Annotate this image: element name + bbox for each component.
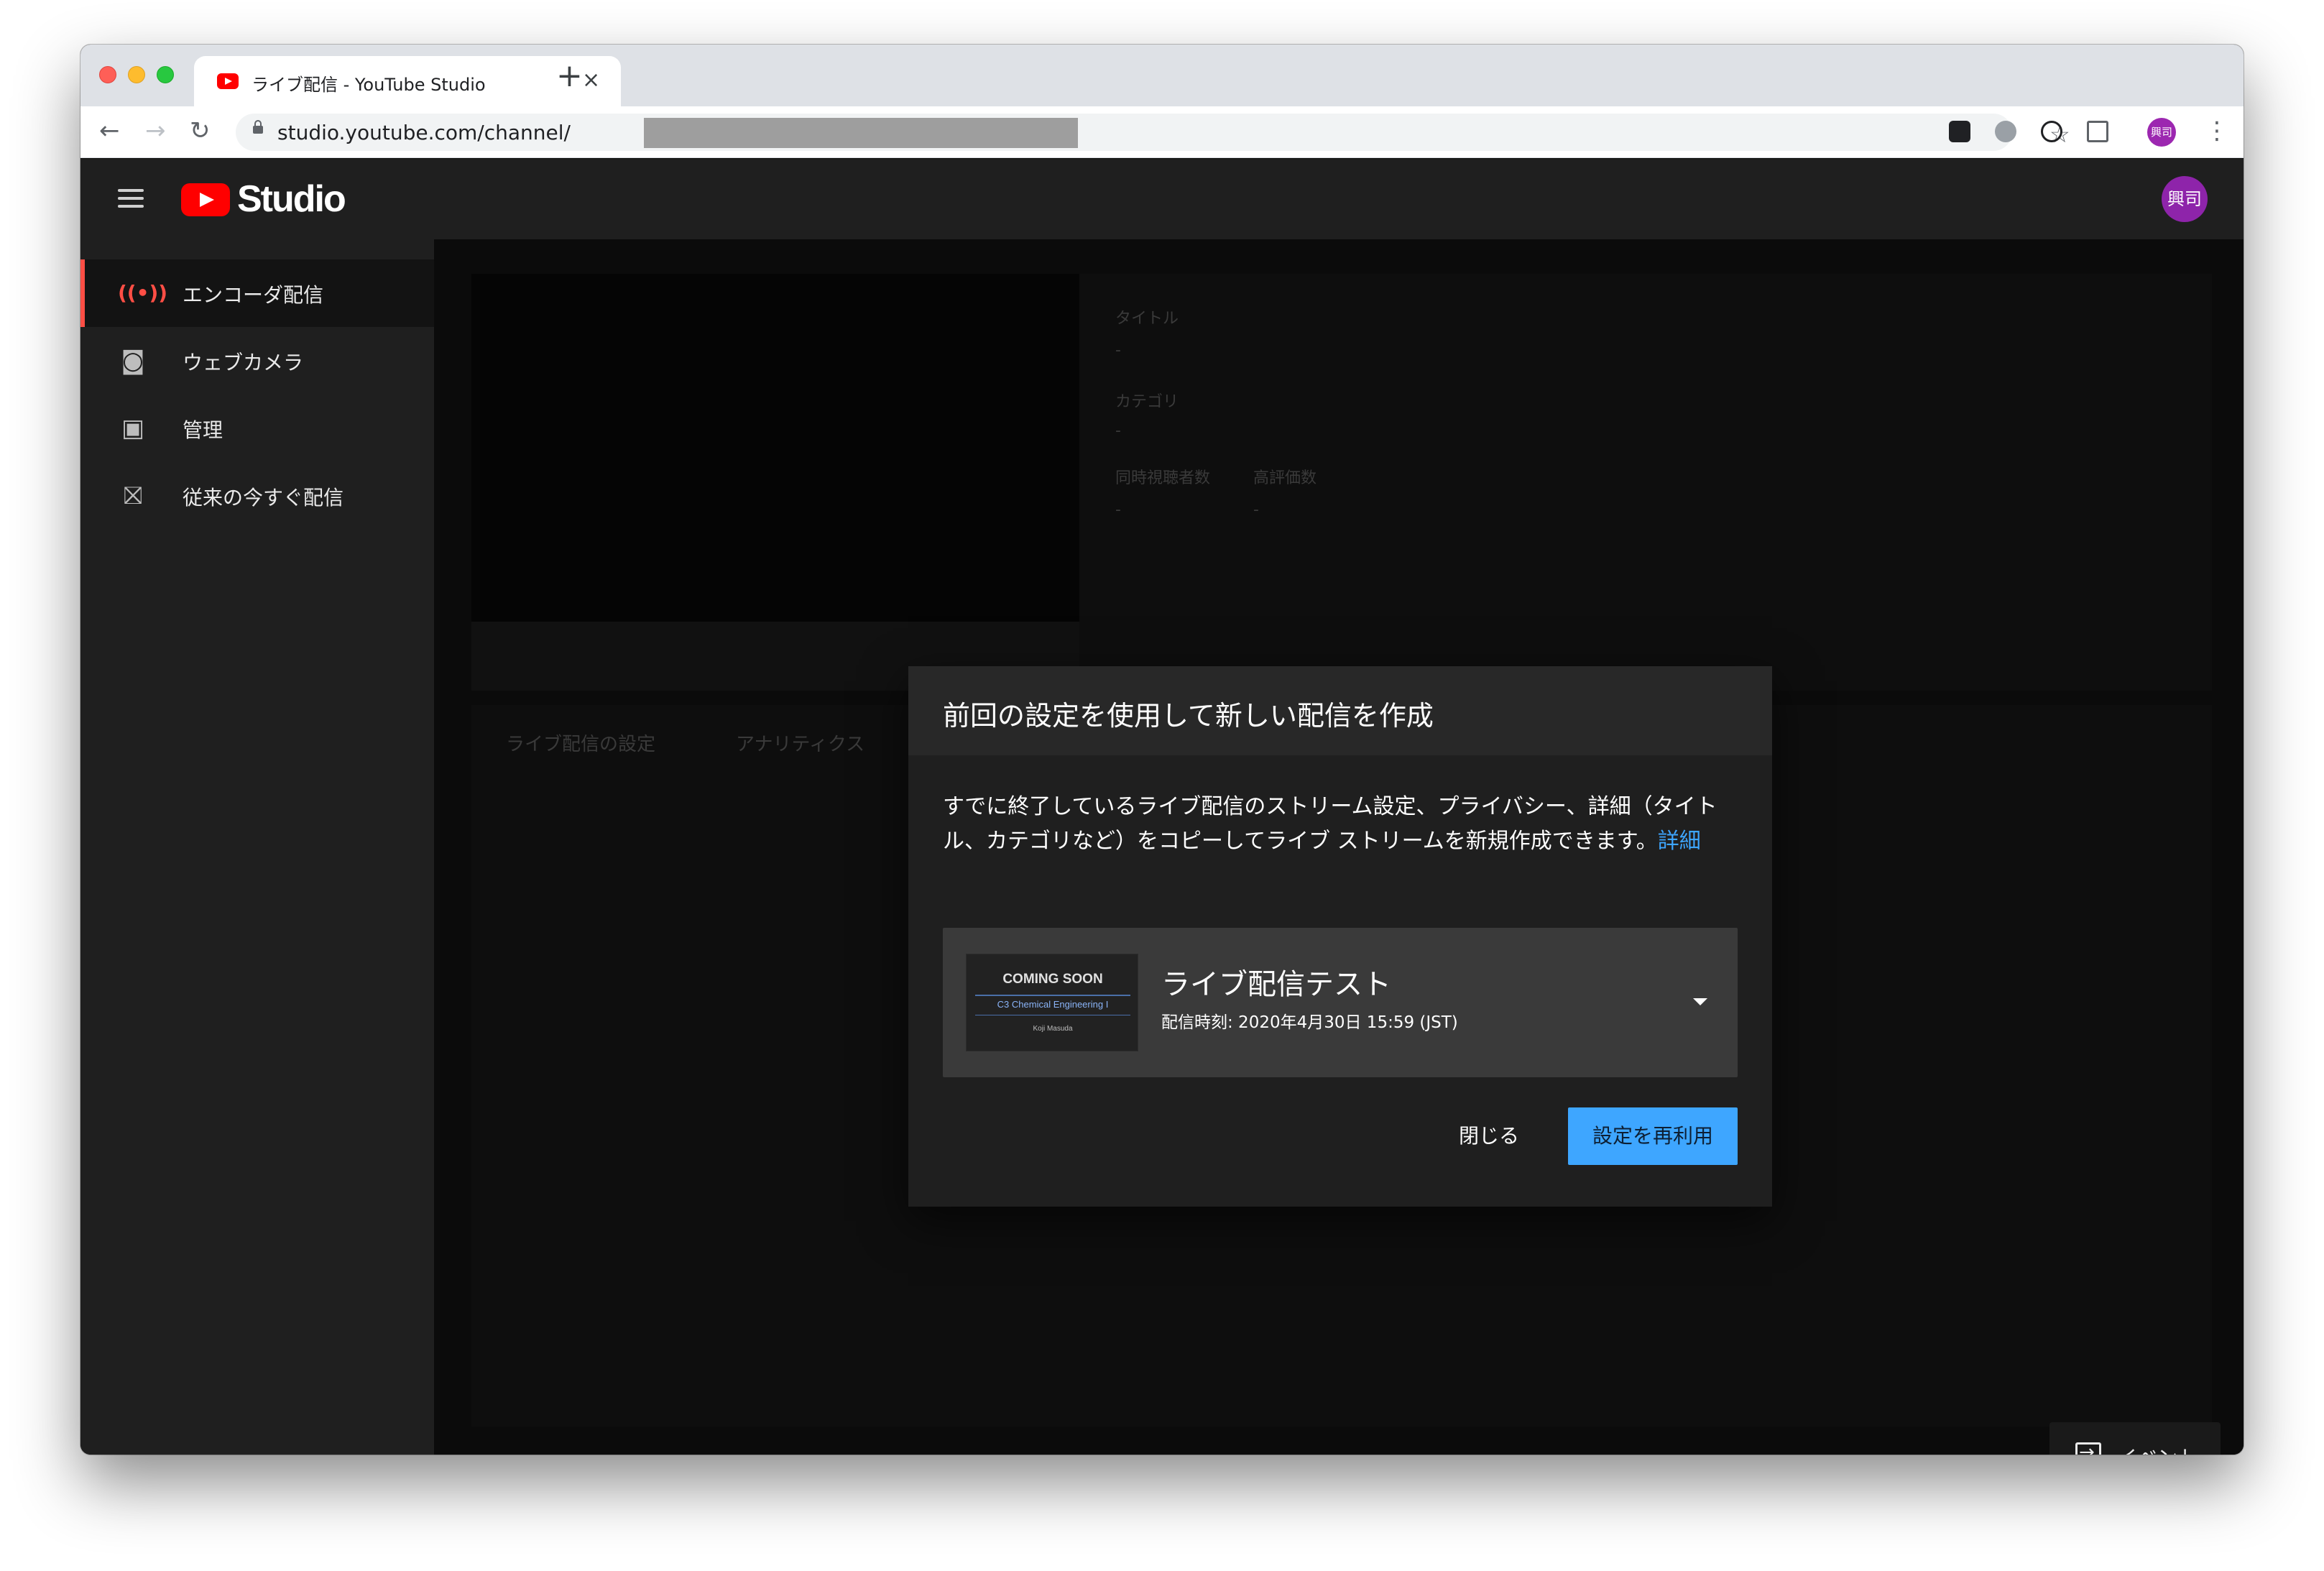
minimize-window-button[interactable]: [128, 66, 145, 83]
address-bar[interactable]: studio.youtube.com/channel/ ☆: [236, 114, 2070, 151]
sidebar-item-manage[interactable]: ▣ 管理: [80, 395, 434, 462]
stream-preview: [471, 274, 1079, 622]
dialog-description: すでに終了しているライブ配信のストリーム設定、プライバシー、詳細（タイトル、カテ…: [943, 790, 1740, 859]
back-icon[interactable]: ←: [99, 116, 120, 145]
profile-avatar[interactable]: 興司: [2147, 118, 2176, 147]
redacted-channel-id: [644, 118, 1078, 148]
stream-thumbnail: COMING SOON C3 Chemical Engineering I Ko…: [966, 954, 1138, 1051]
broadcast-icon: ((•)): [118, 281, 168, 305]
browser-window: ライブ配信 - YouTube Studio × + ← → ↻ studio.…: [80, 45, 2244, 1455]
stream-info-panel: タイトル - カテゴリ - 同時視聴者数 - 高評価数 -: [1079, 274, 2212, 691]
lock-icon: [253, 120, 263, 134]
stream-time: 配信時刻: 2020年4月30日 15:59 (JST): [1161, 1013, 1458, 1032]
camera-icon: ◙: [121, 346, 145, 375]
extension-icon[interactable]: [1995, 121, 2016, 142]
dialog-title: 前回の設定を使用して新しい配信を作成: [943, 700, 1434, 732]
category-label: カテゴリ: [1115, 393, 1179, 411]
extension-icon[interactable]: [2087, 121, 2108, 142]
app-header: Studio 興司: [80, 159, 2244, 239]
new-tab-button[interactable]: +: [556, 60, 583, 92]
youtube-favicon-icon: [217, 73, 239, 89]
extension-icon[interactable]: [1949, 121, 1970, 142]
stream-select-dropdown[interactable]: COMING SOON C3 Chemical Engineering I Ko…: [943, 928, 1738, 1077]
thumbnail-divider: [975, 995, 1130, 996]
likes-value: -: [1253, 501, 1259, 519]
event-button[interactable]: イベント: [2049, 1422, 2221, 1455]
account-avatar[interactable]: 興司: [2162, 176, 2208, 222]
thumbnail-heading: COMING SOON: [1002, 972, 1103, 987]
tab-strip: ライブ配信 - YouTube Studio × +: [80, 45, 2244, 106]
category-value: -: [1115, 422, 1121, 440]
title-label: タイトル: [1115, 310, 1179, 328]
likes-label: 高評価数: [1253, 469, 1317, 487]
reuse-settings-dialog: 前回の設定を使用して新しい配信を作成 すでに終了しているライブ配信のストリーム設…: [908, 666, 1772, 1207]
close-button[interactable]: 閉じる: [1442, 1107, 1536, 1165]
studio-logo-text[interactable]: Studio: [237, 178, 346, 221]
url-text: studio.youtube.com/channel/: [277, 121, 571, 144]
reuse-settings-button[interactable]: 設定を再利用: [1568, 1107, 1738, 1165]
browser-menu-icon[interactable]: ⋮: [2205, 116, 2229, 145]
concurrent-viewers-value: -: [1115, 501, 1121, 519]
zoom-window-button[interactable]: [157, 66, 174, 83]
sidebar-item-webcam[interactable]: ◙ ウェブカメラ: [80, 327, 434, 395]
extension-icon[interactable]: [2041, 121, 2062, 142]
sidebar-item-label: エンコーダ配信: [183, 283, 324, 307]
forward-icon[interactable]: →: [145, 116, 166, 145]
classic-live-icon: ⛝: [124, 482, 142, 510]
tab-analytics[interactable]: アナリティクス: [736, 729, 864, 756]
tab-title: ライブ配信 - YouTube Studio: [252, 75, 486, 95]
sidebar-item-label: ウェブカメラ: [183, 351, 304, 374]
dropdown-arrow-icon[interactable]: [1693, 998, 1707, 1005]
thumbnail-course: C3 Chemical Engineering I: [997, 999, 1109, 1010]
youtube-studio-app: Studio 興司 ((•)) エンコーダ配信 ◙ ウェブカメラ ▣ 管理 ⛝ …: [80, 159, 2244, 1455]
calendar-icon: ▣: [121, 414, 145, 443]
learn-more-link[interactable]: 詳細: [1658, 829, 1701, 854]
concurrent-viewers-label: 同時視聴者数: [1115, 469, 1211, 487]
event-button-label: イベント: [2117, 1442, 2198, 1455]
youtube-logo-icon[interactable]: [181, 183, 230, 216]
close-window-button[interactable]: [99, 66, 116, 83]
exit-to-app-icon: [2075, 1442, 2101, 1455]
stream-title: ライブ配信テスト: [1161, 968, 1391, 1001]
thumbnail-author: Koji Masuda: [1033, 1025, 1073, 1033]
browser-toolbar: ← → ↻ studio.youtube.com/channel/ ☆ 興司 ⋮: [80, 106, 2244, 158]
sidebar: ((•)) エンコーダ配信 ◙ ウェブカメラ ▣ 管理 ⛝ 従来の今すぐ配信: [80, 239, 434, 1455]
dialog-header: 前回の設定を使用して新しい配信を作成: [908, 666, 1772, 755]
sidebar-item-label: 管理: [183, 418, 223, 442]
tab-close-icon[interactable]: ×: [582, 66, 600, 95]
dialog-description-text: すでに終了しているライブ配信のストリーム設定、プライバシー、詳細（タイトル、カテ…: [943, 794, 1717, 854]
sidebar-item-label: 従来の今すぐ配信: [183, 486, 344, 510]
reload-icon[interactable]: ↻: [190, 116, 211, 145]
title-value: -: [1115, 341, 1121, 359]
hamburger-menu-icon[interactable]: [118, 189, 144, 208]
sidebar-item-classic-live[interactable]: ⛝ 従来の今すぐ配信: [80, 462, 434, 530]
tab-stream-settings[interactable]: ライブ配信の設定: [506, 729, 655, 756]
sidebar-item-encoder[interactable]: ((•)) エンコーダ配信: [80, 259, 434, 327]
